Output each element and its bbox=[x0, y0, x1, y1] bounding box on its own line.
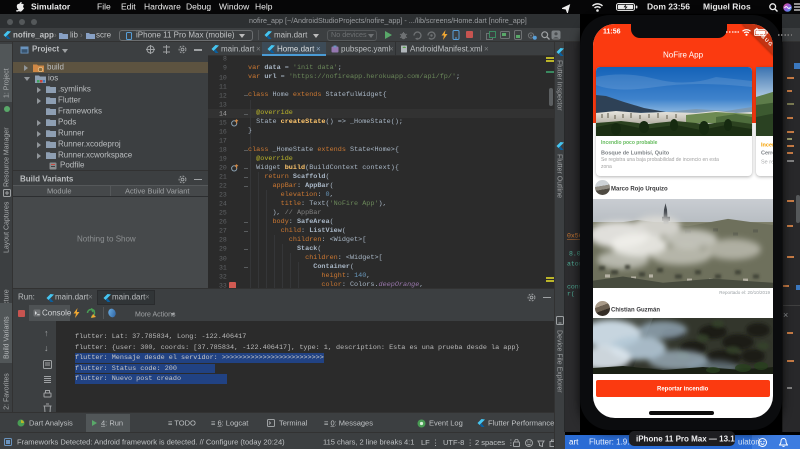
svg-text:Layout Captures: Layout Captures bbox=[4, 201, 11, 253]
svg-text:Resource Manager: Resource Manager bbox=[4, 127, 11, 187]
svg-text:Build Variants: Build Variants bbox=[4, 316, 11, 359]
svg-text:1: Project: 1: Project bbox=[4, 68, 11, 98]
